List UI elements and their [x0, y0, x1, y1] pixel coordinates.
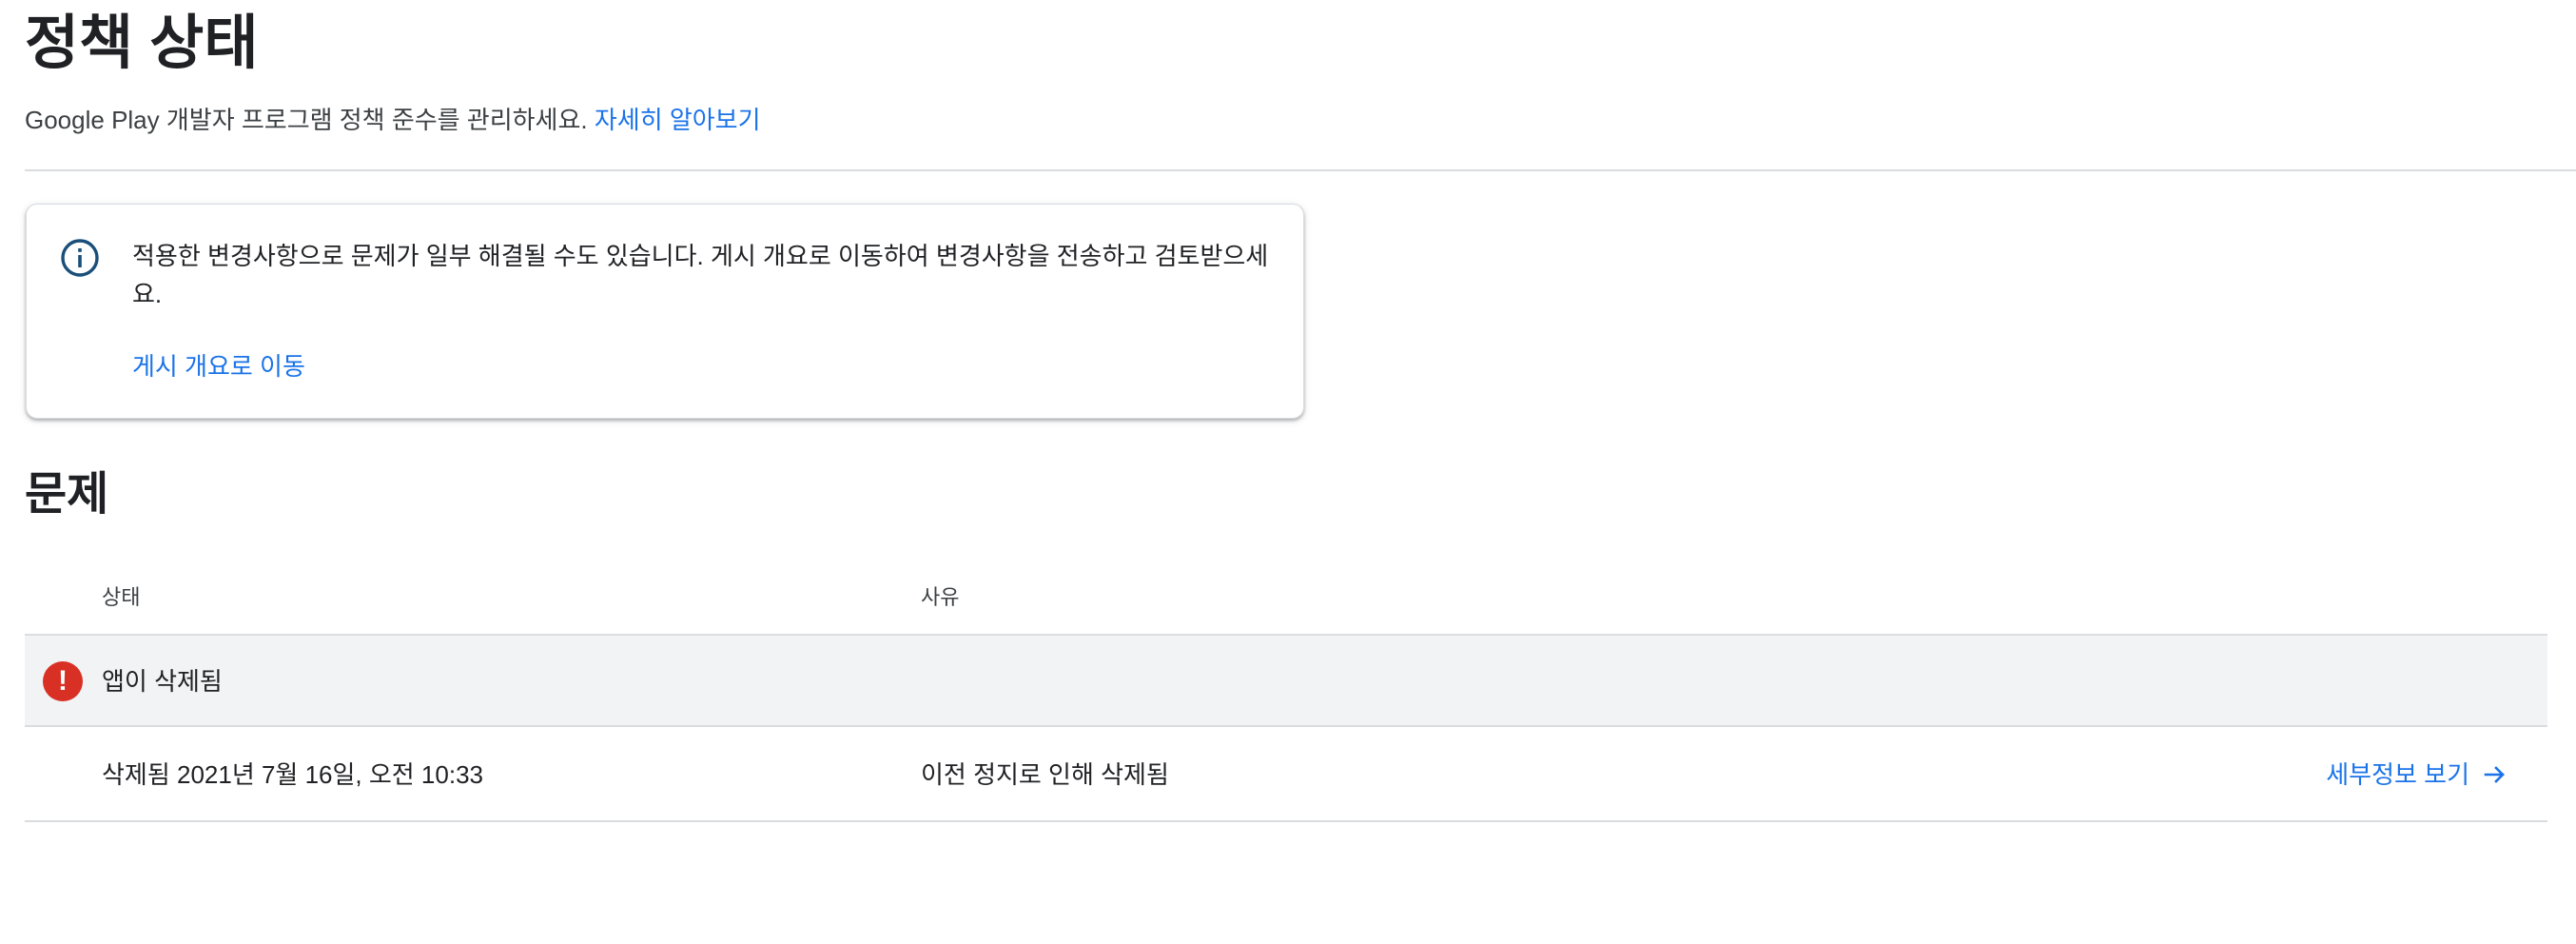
info-banner: 적용한 변경사항으로 문제가 일부 해결될 수도 있습니다. 게시 개요로 이동… — [26, 204, 1304, 419]
arrow-right-icon — [2484, 766, 2505, 783]
policy-status-page: 정책 상태 Google Play 개발자 프로그램 정책 준수를 관리하세요.… — [0, 0, 2576, 944]
table-row: 삭제됨 2021년 7월 16일, 오전 10:33 이전 정지로 인해 삭제됨… — [25, 727, 2547, 822]
status-cell: 삭제됨 2021년 7월 16일, 오전 10:33 — [102, 760, 483, 789]
subtitle-text: Google Play 개발자 프로그램 정책 준수를 관리하세요. — [25, 106, 588, 134]
info-icon — [61, 239, 99, 277]
info-message: 적용한 변경사항으로 문제가 일부 해결될 수도 있습니다. 게시 개요로 이동… — [132, 242, 1269, 308]
view-details-link[interactable]: 세부정보 보기 — [2326, 756, 2508, 794]
issues-section-title: 문제 — [25, 469, 109, 520]
header-divider — [25, 169, 2576, 171]
view-details-label: 세부정보 보기 — [2326, 760, 2469, 789]
column-header-status: 상태 — [102, 585, 141, 609]
go-to-publishing-overview-link[interactable]: 게시 개요로 이동 — [132, 347, 305, 385]
column-header-reason: 사유 — [921, 585, 960, 609]
issue-group-label: 앱이 삭제됨 — [102, 667, 223, 696]
error-icon: ! — [43, 661, 83, 701]
reason-cell: 이전 정지로 인해 삭제됨 — [921, 760, 1169, 789]
page-subtitle: Google Play 개발자 프로그램 정책 준수를 관리하세요. 자세히 알… — [25, 101, 761, 139]
learn-more-link[interactable]: 자세히 알아보기 — [595, 106, 761, 134]
issue-group-row: ! 앱이 삭제됨 — [25, 634, 2547, 727]
page-title: 정책 상태 — [25, 10, 259, 76]
